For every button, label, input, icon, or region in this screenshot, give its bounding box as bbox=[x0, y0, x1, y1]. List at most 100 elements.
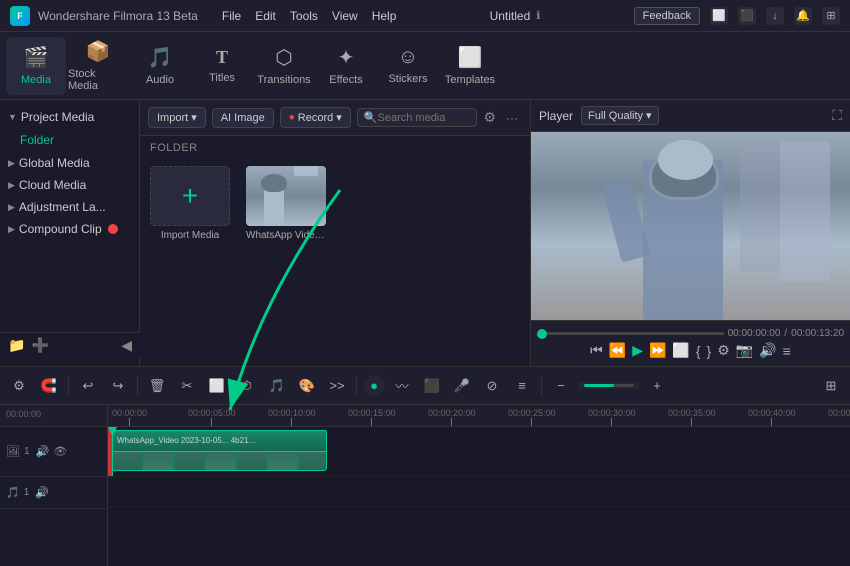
record-dot-icon: ● bbox=[289, 112, 295, 123]
timeline-tracks: WhatsApp_Video 2023-10-05... 4b21... bbox=[108, 427, 850, 566]
audio-track-icon: 🎵 bbox=[6, 486, 20, 499]
collapse-panel-icon[interactable]: ◀ bbox=[121, 337, 132, 354]
toolbar-item-transitions[interactable]: ⬡ Transitions bbox=[254, 37, 314, 95]
expand-player-icon[interactable]: ⛶ bbox=[832, 107, 842, 124]
player-progress-handle[interactable] bbox=[537, 329, 547, 339]
snapshot-button[interactable]: 📷 bbox=[736, 342, 753, 359]
toolbar-item-stickers[interactable]: ☺ Stickers bbox=[378, 37, 438, 95]
notification-icon[interactable]: 🔔 bbox=[794, 7, 812, 25]
timeline-wave-button[interactable]: 〰 bbox=[389, 373, 415, 399]
project-media-label: Project Media bbox=[21, 110, 94, 124]
ruler-mark-5: 00:00:25:00 bbox=[508, 408, 556, 426]
undo-button[interactable]: ↩ bbox=[75, 373, 101, 399]
timeline-plus-button[interactable]: + bbox=[644, 373, 670, 399]
timeline-body: 00:00:00 🖼 1 🔊 👁 🎵 1 🔊 00:00:00 bbox=[0, 405, 850, 566]
chevron-down-icon: ▼ bbox=[8, 112, 17, 122]
adjustment-section[interactable]: ▶ Adjustment La... bbox=[0, 196, 139, 218]
crop-button[interactable]: ⬜ bbox=[204, 373, 230, 399]
redo-button[interactable]: ↪ bbox=[105, 373, 131, 399]
more-player-icon[interactable]: ≡ bbox=[783, 343, 791, 359]
timeline-clip-button[interactable]: ⬛ bbox=[419, 373, 445, 399]
playhead[interactable] bbox=[112, 427, 113, 476]
download-icon[interactable]: ↓ bbox=[766, 7, 784, 25]
track-audio-icon[interactable]: 🔊 bbox=[36, 445, 50, 458]
title-bar-left: F Wondershare Filmora 13 Beta File Edit … bbox=[10, 6, 396, 26]
play-button[interactable]: ▶ bbox=[632, 342, 643, 359]
menu-tools[interactable]: Tools bbox=[290, 9, 318, 23]
chevron-down-icon-3: ▾ bbox=[646, 109, 652, 122]
toolbar-item-audio[interactable]: 🎵 Audio bbox=[130, 37, 190, 95]
import-media-item[interactable]: + Import Media bbox=[150, 166, 230, 241]
step-forward-button[interactable]: ⏩ bbox=[649, 342, 666, 359]
titles-icon: T bbox=[216, 47, 228, 68]
track-mute-icon[interactable]: 🔊 bbox=[35, 486, 49, 499]
add-item-icon[interactable]: ➕ bbox=[31, 337, 48, 354]
timeline-magnet-icon[interactable]: 🧲 bbox=[36, 373, 62, 399]
ai-image-button[interactable]: AI Image bbox=[212, 108, 274, 128]
timeline-split-button[interactable]: ⊘ bbox=[479, 373, 505, 399]
search-box: 🔍 bbox=[357, 108, 478, 127]
player-progress-bar[interactable] bbox=[537, 332, 724, 335]
record-button[interactable]: ● Record ▾ bbox=[280, 107, 351, 128]
feedback-button[interactable]: Feedback bbox=[634, 7, 700, 25]
player-quality-select[interactable]: Full Quality ▾ bbox=[581, 106, 659, 125]
clip-label: WhatsApp_Video 2023-10-05... 4b21... bbox=[117, 436, 255, 445]
audio-icon: 🎵 bbox=[148, 45, 173, 70]
toolbar-item-titles[interactable]: T Titles bbox=[192, 37, 252, 95]
timeline-mic-button[interactable]: 🎤 bbox=[449, 373, 475, 399]
more-options-icon[interactable]: ··· bbox=[502, 111, 522, 125]
layout-icon[interactable]: ⬛ bbox=[738, 7, 756, 25]
menu-file[interactable]: File bbox=[222, 9, 241, 23]
project-media-section[interactable]: ▼ Project Media bbox=[0, 106, 139, 128]
chevron-right-icon-3: ▶ bbox=[8, 202, 15, 213]
video-track-number: 1 bbox=[24, 446, 30, 457]
compound-clip-section[interactable]: ▶ Compound Clip bbox=[0, 218, 139, 240]
skip-back-button[interactable]: ⏮ bbox=[590, 342, 603, 359]
audio-track-row bbox=[108, 477, 850, 507]
video-label: WhatsApp Video 2023-10-05... bbox=[246, 230, 326, 241]
filter-icon[interactable]: ⚙ bbox=[483, 109, 496, 126]
add-folder-icon[interactable]: 📁 bbox=[8, 337, 25, 354]
menu-edit[interactable]: Edit bbox=[255, 9, 276, 23]
fullscreen-button[interactable]: ⬜ bbox=[672, 342, 689, 359]
timeline-minus-button[interactable]: − bbox=[548, 373, 574, 399]
audio-button[interactable]: 🔊 bbox=[759, 342, 776, 359]
settings-button[interactable]: ⚙ bbox=[717, 342, 730, 359]
more-tl-button[interactable]: >> bbox=[324, 373, 350, 399]
import-button[interactable]: Import ▾ bbox=[148, 107, 206, 128]
timeline-mode-button[interactable]: ● bbox=[363, 375, 385, 397]
sidebar-item-folder[interactable]: Folder bbox=[0, 128, 139, 152]
ruler-mark-8: 00:00:40:00 bbox=[748, 408, 796, 426]
toolbar-item-templates[interactable]: ⬜ Templates bbox=[440, 37, 500, 95]
cloud-media-section[interactable]: ▶ Cloud Media bbox=[0, 174, 139, 196]
speed-button[interactable]: ⏱ bbox=[234, 373, 260, 399]
app-logo: F bbox=[10, 6, 30, 26]
toolbar-item-stock[interactable]: 📦 Stock Media bbox=[68, 37, 128, 95]
toolbar-item-media[interactable]: 🎬 Media bbox=[6, 37, 66, 95]
whatsapp-video-item[interactable]: 0:00:13 ✓ WhatsApp Video 2023-10-05... bbox=[246, 166, 326, 241]
color-button[interactable]: 🎨 bbox=[294, 373, 320, 399]
timeline-track-button[interactable]: ≡ bbox=[509, 373, 535, 399]
cut-button[interactable]: ✂ bbox=[174, 373, 200, 399]
in-point-button[interactable]: { bbox=[696, 343, 701, 359]
ruler-mark-7: 00:00:35:00 bbox=[668, 408, 716, 426]
out-point-button[interactable]: } bbox=[707, 343, 712, 359]
video-track-label: 🖼 1 🔊 👁 bbox=[0, 427, 107, 477]
grid-icon[interactable]: ⊞ bbox=[822, 7, 840, 25]
timeline-grid-button[interactable]: ⊞ bbox=[818, 373, 844, 399]
zoom-bar[interactable] bbox=[584, 384, 634, 387]
separator-4 bbox=[541, 376, 542, 396]
timeline-settings-icon[interactable]: ⚙ bbox=[6, 373, 32, 399]
global-media-section[interactable]: ▶ Global Media bbox=[0, 152, 139, 174]
timeline-ruler: 00:00:00 00:00:05:00 00:00:10:00 00:00:1… bbox=[108, 405, 850, 427]
toolbar-item-effects[interactable]: ✦ Effects bbox=[316, 37, 376, 95]
screen-icon[interactable]: ⬜ bbox=[710, 7, 728, 25]
menu-help[interactable]: Help bbox=[372, 9, 397, 23]
search-input[interactable] bbox=[378, 112, 471, 124]
track-visible-icon[interactable]: 👁 bbox=[53, 445, 67, 458]
media-grid-header: FOLDER bbox=[140, 136, 530, 160]
delete-button[interactable]: 🗑 bbox=[144, 373, 170, 399]
menu-view[interactable]: View bbox=[332, 9, 358, 23]
step-back-button[interactable]: ⏪ bbox=[609, 342, 626, 359]
audio-track-button[interactable]: 🎵 bbox=[264, 373, 290, 399]
